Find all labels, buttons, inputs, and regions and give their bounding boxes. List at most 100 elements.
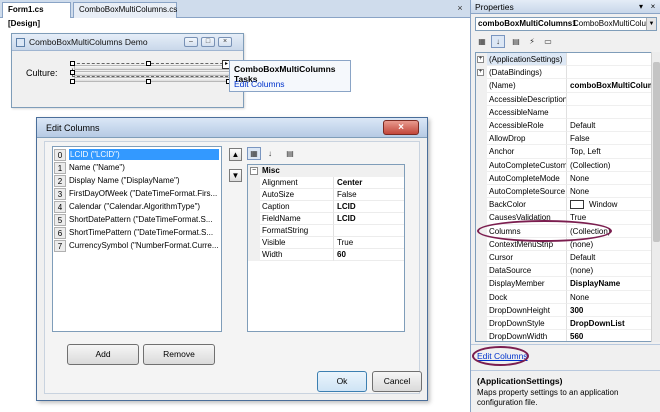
object-selector[interactable]: comboBoxMultiColumns1 ComboBoxMultiColun… (475, 17, 657, 31)
window-close-icon[interactable]: × (218, 37, 232, 47)
property-row[interactable]: AutoCompleteMode None (476, 171, 659, 185)
resize-handle[interactable] (70, 61, 75, 66)
property-row[interactable]: Width 60 (248, 249, 404, 261)
properties-icon[interactable]: ▤ (509, 35, 523, 48)
list-item[interactable]: 5 ShortDatePattern ("DateTimeFormat.S... (53, 214, 221, 226)
categorized-icon[interactable]: ▦ (247, 147, 261, 160)
property-value[interactable]: None (567, 185, 659, 199)
property-pages-icon[interactable]: ▭ (541, 35, 555, 48)
collapse-icon[interactable]: − (250, 167, 258, 175)
property-row[interactable]: AccessibleDescription (476, 92, 659, 106)
property-row[interactable]: Cursor Default (476, 251, 659, 265)
property-value[interactable]: Center (334, 177, 404, 189)
list-item[interactable]: 6 ShortTimePattern ("DateTimeFormat.S... (53, 227, 221, 239)
scrollbar-thumb[interactable] (653, 62, 660, 242)
property-row[interactable]: AutoSize False (248, 189, 404, 201)
property-row[interactable]: + (ApplicationSettings) (476, 53, 659, 67)
property-value[interactable]: False (334, 189, 404, 201)
property-row[interactable]: + (DataBindings) (476, 66, 659, 80)
property-value[interactable]: LCID (334, 201, 404, 213)
property-value[interactable] (567, 53, 659, 67)
property-value[interactable] (567, 66, 659, 80)
property-row[interactable]: BackColor Window (476, 198, 659, 212)
property-row[interactable]: Alignment Center (248, 177, 404, 189)
property-value[interactable]: LCID (334, 213, 404, 225)
property-row[interactable]: DisplayMember DisplayName (476, 277, 659, 291)
list-item[interactable]: 3 FirstDayOfWeek ("DateTimeFormat.Firs..… (53, 188, 221, 200)
list-item[interactable]: 0 LCID ("LCID") (53, 149, 221, 161)
ok-button[interactable]: Ok (317, 371, 367, 392)
alphabetical-icon[interactable]: ↓ (491, 35, 505, 48)
expand-icon[interactable]: + (477, 69, 484, 77)
property-value[interactable]: False (567, 132, 659, 146)
property-value[interactable]: Top, Left (567, 145, 659, 159)
property-row[interactable]: AutoCompleteCustom (Collection) (476, 158, 659, 172)
resize-handle[interactable] (146, 79, 151, 84)
property-value[interactable]: Default (567, 119, 659, 133)
dialog-close-icon[interactable]: × (383, 120, 419, 135)
property-value[interactable]: None (567, 291, 659, 304)
add-button[interactable]: Add (67, 344, 139, 365)
tab-form1-design[interactable]: Form1.cs [Design] (2, 2, 71, 28)
category-row-misc[interactable]: − Misc (248, 165, 404, 177)
property-row[interactable]: Visible True (248, 237, 404, 249)
property-value[interactable]: (none) (567, 264, 659, 278)
vertical-scrollbar[interactable] (651, 52, 660, 342)
expand-icon[interactable]: + (477, 56, 484, 63)
list-item[interactable]: 2 Display Name ("DisplayName") (53, 175, 221, 187)
property-value[interactable]: True (334, 237, 404, 249)
property-row[interactable]: DropDownWidth 560 (476, 330, 659, 341)
tab-comboboxmulticolumns-cs[interactable]: ComboBoxMultiColumns.cs (73, 2, 177, 18)
list-item[interactable]: 7 CurrencySymbol ("NumberFormat.Curre... (53, 240, 221, 252)
property-row[interactable]: AccessibleRole Default (476, 119, 659, 133)
events-icon[interactable]: ⚡ (525, 35, 539, 48)
move-down-icon[interactable]: ▼ (229, 169, 242, 182)
list-item[interactable]: 4 Calendar ("Calendar.AlgorithmType") (53, 201, 221, 213)
property-row[interactable]: AllowDrop False (476, 132, 659, 146)
property-value[interactable] (567, 93, 659, 106)
resize-handle[interactable] (70, 70, 75, 75)
alphabetical-icon[interactable]: ↓ (263, 147, 277, 160)
property-row[interactable]: DropDownHeight 300 (476, 303, 659, 317)
property-row[interactable]: AccessibleName (476, 105, 659, 119)
property-value[interactable]: (Collection) (567, 159, 659, 172)
move-up-icon[interactable]: ▲ (229, 148, 242, 161)
edit-columns-task-link[interactable]: Edit Columns (234, 79, 285, 89)
property-value[interactable]: 300 (567, 304, 659, 317)
columns-list[interactable]: 0 LCID ("LCID") 1 Name ("Name") 2 Displa… (52, 146, 222, 332)
panel-close-icon[interactable]: × (648, 2, 658, 12)
property-value[interactable]: Default (567, 251, 659, 265)
resize-handle[interactable] (146, 61, 151, 66)
property-value[interactable]: 560 (567, 330, 659, 341)
property-row[interactable]: AutoCompleteSource None (476, 185, 659, 199)
property-row[interactable]: DataSource (none) (476, 264, 659, 278)
property-value[interactable]: None (567, 172, 659, 185)
chevron-down-icon[interactable]: ▼ (646, 18, 656, 30)
property-value[interactable] (567, 106, 659, 119)
property-row[interactable]: (Name) comboBoxMultiColumn (476, 79, 659, 93)
property-value[interactable]: comboBoxMultiColumn (567, 79, 659, 93)
maximize-icon[interactable]: □ (201, 37, 215, 47)
property-row[interactable]: FormatString (248, 225, 404, 237)
property-value[interactable]: DropDownList (567, 317, 659, 331)
cancel-button[interactable]: Cancel (372, 371, 422, 392)
designer-form-window[interactable]: ComboBoxMultiColumns Demo – □ × Culture: (11, 33, 244, 108)
property-row[interactable]: FieldName LCID (248, 213, 404, 225)
resize-handle[interactable] (70, 79, 75, 84)
window-menu-icon[interactable]: ▾ (636, 2, 646, 12)
property-value[interactable] (334, 225, 404, 237)
list-item[interactable]: 1 Name ("Name") (53, 162, 221, 174)
property-row[interactable]: Caption LCID (248, 201, 404, 213)
property-pages-icon[interactable]: ▤ (283, 147, 297, 160)
column-property-grid[interactable]: − Misc Alignment Center AutoSize False C… (247, 164, 405, 332)
property-value[interactable]: Window (567, 198, 659, 212)
property-row[interactable]: Dock None (476, 290, 659, 304)
categorized-icon[interactable]: ▦ (475, 35, 489, 48)
property-value[interactable]: 60 (334, 249, 404, 261)
property-row[interactable]: Anchor Top, Left (476, 145, 659, 159)
property-value[interactable]: DisplayName (567, 277, 659, 291)
minimize-icon[interactable]: – (184, 37, 198, 47)
close-icon[interactable]: × (454, 2, 466, 14)
property-row[interactable]: DropDownStyle DropDownList (476, 317, 659, 331)
property-grid[interactable]: + (ApplicationSettings) + (DataBindings) (Na… (475, 52, 660, 342)
